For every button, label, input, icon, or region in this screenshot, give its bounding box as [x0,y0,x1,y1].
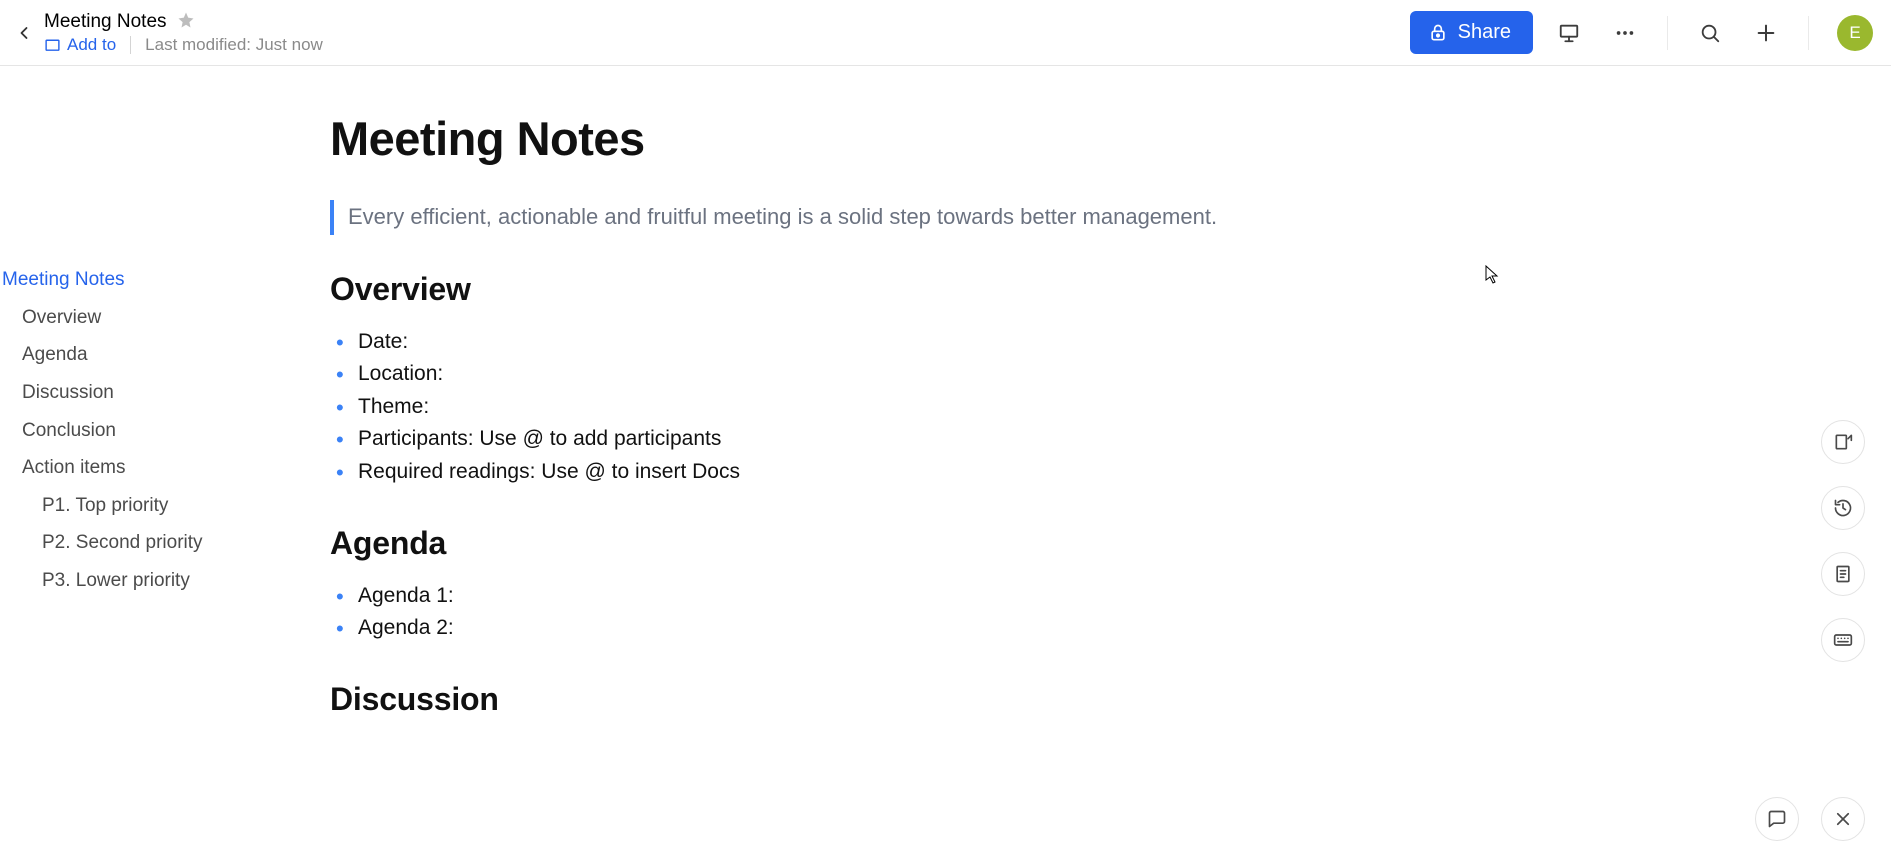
heading-discussion[interactable]: Discussion [330,681,1255,718]
outline-item-p3[interactable]: P3. Lower priority [0,562,215,600]
star-icon [177,11,195,29]
outline-item-action-items[interactable]: Action items [0,449,215,487]
overview-list[interactable]: Date: Location: Theme: Participants: Use… [330,326,1255,489]
history-icon [1833,498,1853,518]
template-button[interactable] [1821,552,1865,596]
outline-item-overview[interactable]: Overview [0,299,215,337]
outline-item-conclusion[interactable]: Conclusion [0,412,215,450]
overview-date: Date: [330,326,1255,359]
outline-item-discussion[interactable]: Discussion [0,374,215,412]
floating-tools [1821,420,1865,662]
chevron-left-icon [14,23,34,43]
last-modified: Last modified: Just now [145,35,323,55]
app-header: Meeting Notes Add to Last modified: Just… [0,0,1891,66]
search-button[interactable] [1690,13,1730,53]
add-to-label: Add to [67,35,116,55]
header-actions: Share E [1410,11,1873,54]
heading-agenda[interactable]: Agenda [330,525,1255,562]
share-label: Share [1458,21,1511,44]
close-panel-button[interactable] [1821,797,1865,841]
share-lock-icon [1428,23,1448,43]
outline-item-agenda[interactable]: Agenda [0,336,215,374]
insert-panel-button[interactable] [1821,420,1865,464]
history-button[interactable] [1821,486,1865,530]
overview-participants: Participants: Use @ to add participants [330,423,1255,456]
comment-icon [1767,809,1787,829]
heading-overview[interactable]: Overview [330,271,1255,308]
outline-item-p2[interactable]: P2. Second priority [0,524,215,562]
agenda-2: Agenda 2: [330,612,1255,645]
title-block: Meeting Notes Add to Last modified: Just… [44,11,323,55]
insert-panel-icon [1833,432,1853,452]
document-icon [1833,564,1853,584]
back-button[interactable] [10,19,38,47]
separator [1808,16,1809,50]
overview-location: Location: [330,358,1255,391]
add-to-button[interactable]: Add to [44,35,116,55]
document-body[interactable]: Meeting Notes Every efficient, actionabl… [215,66,1275,776]
more-horizontal-icon [1614,22,1636,44]
outline-item-p1[interactable]: P1. Top priority [0,487,215,525]
share-button[interactable]: Share [1410,11,1533,54]
outline-item-meeting-notes[interactable]: Meeting Notes [0,261,215,299]
divider [130,36,131,54]
outline-sidebar: Meeting Notes Overview Agenda Discussion… [0,66,215,776]
more-button[interactable] [1605,13,1645,53]
doc-heading[interactable]: Meeting Notes [330,111,1255,166]
overview-required-readings: Required readings: Use @ to insert Docs [330,456,1255,489]
close-icon [1834,810,1852,828]
user-avatar[interactable]: E [1837,15,1873,51]
keyboard-icon [1833,630,1853,650]
separator [1667,16,1668,50]
presentation-icon [1558,22,1580,44]
doc-title[interactable]: Meeting Notes [44,11,167,33]
agenda-list[interactable]: Agenda 1: Agenda 2: [330,580,1255,645]
star-button[interactable] [177,11,195,34]
comments-button[interactable] [1755,797,1799,841]
overview-theme: Theme: [330,391,1255,424]
agenda-1: Agenda 1: [330,580,1255,613]
present-button[interactable] [1549,13,1589,53]
plus-icon [1755,22,1777,44]
new-button[interactable] [1746,13,1786,53]
floating-bottom-tools [1755,797,1865,841]
keyboard-button[interactable] [1821,618,1865,662]
avatar-initial: E [1849,23,1860,43]
intro-quote[interactable]: Every efficient, actionable and fruitful… [330,200,1255,235]
search-icon [1699,22,1721,44]
folder-icon [44,36,61,53]
